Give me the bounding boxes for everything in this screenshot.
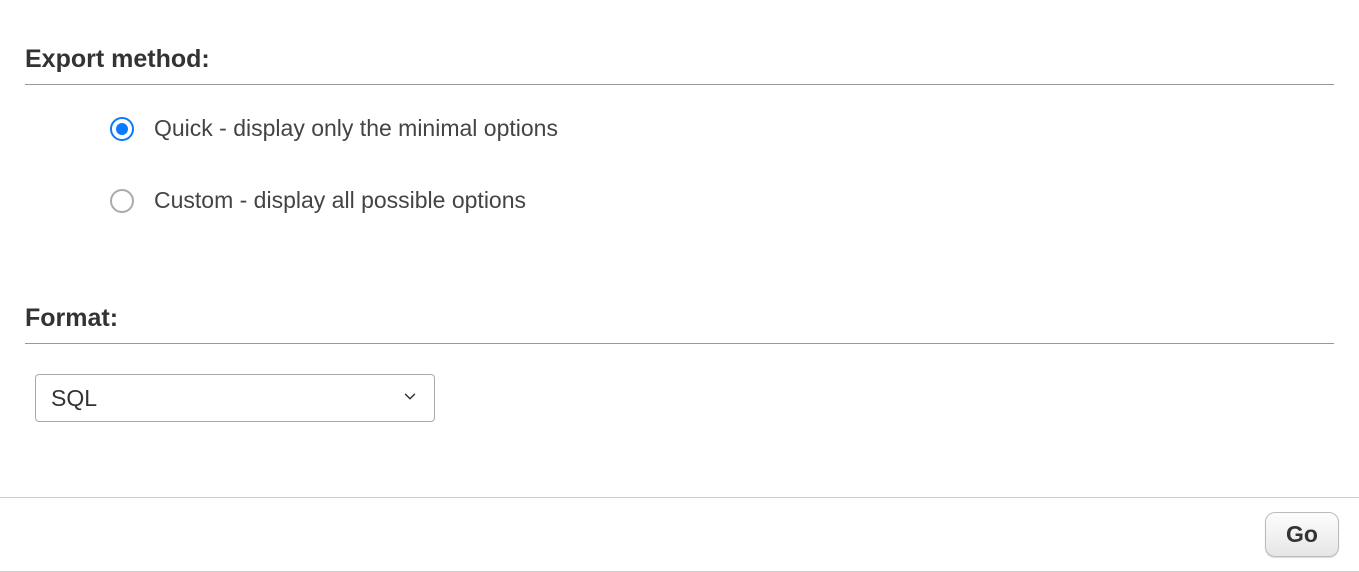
radio-custom-input[interactable] (110, 189, 134, 213)
radio-quick-input[interactable] (110, 117, 134, 141)
export-method-radio-group: Quick - display only the minimal options… (25, 115, 1334, 214)
radio-quick-label[interactable]: Quick - display only the minimal options (154, 115, 558, 142)
format-select-value: SQL (51, 385, 97, 412)
export-method-heading: Export method: (25, 0, 1334, 85)
radio-option-custom[interactable]: Custom - display all possible options (110, 187, 1334, 214)
go-button[interactable]: Go (1265, 512, 1339, 557)
radio-custom-label[interactable]: Custom - display all possible options (154, 187, 526, 214)
footer: Go (0, 497, 1359, 572)
format-heading: Format: (25, 259, 1334, 344)
radio-option-quick[interactable]: Quick - display only the minimal options (110, 115, 1334, 142)
chevron-down-icon (401, 385, 419, 412)
format-select[interactable]: SQL (35, 374, 435, 422)
